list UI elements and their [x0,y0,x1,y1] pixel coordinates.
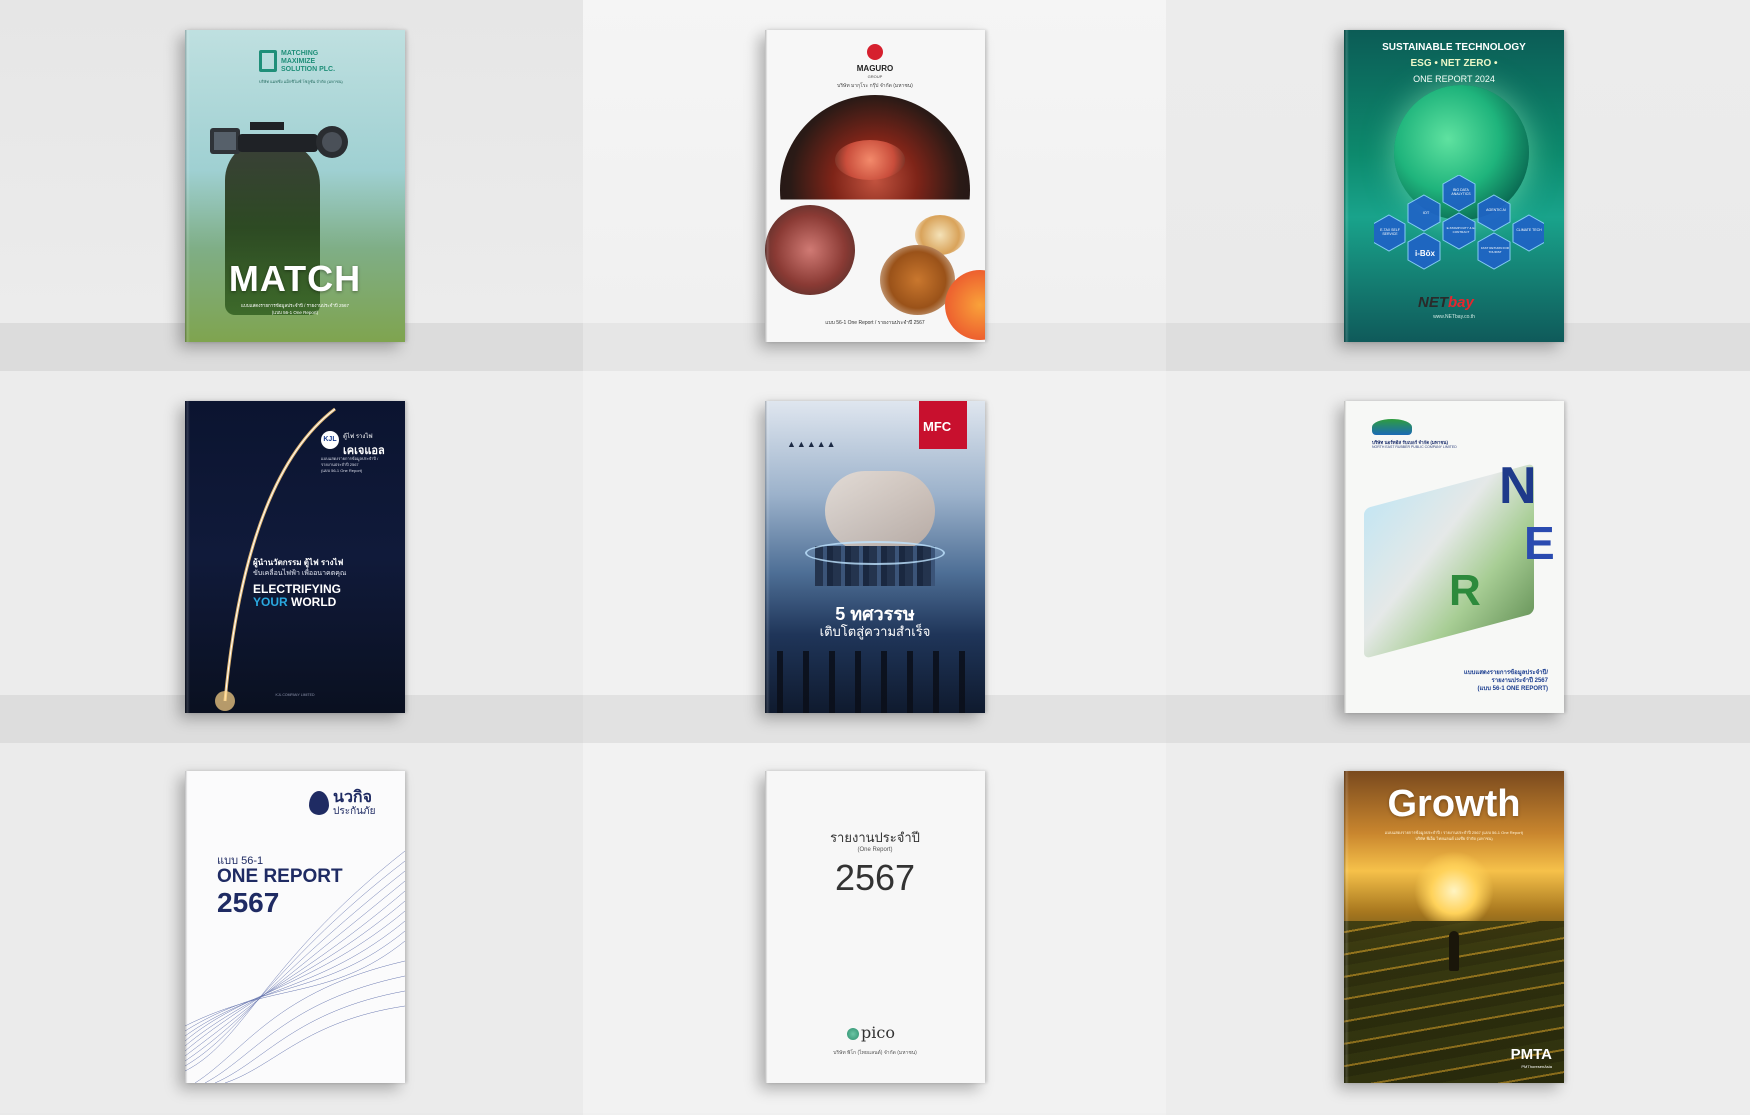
mfc-brand: MFC [923,419,952,434]
hex-label-e-stamp: E-STAMP DUTY & E-CONTRACT [1446,226,1476,234]
ner-letter-n: N [1499,457,1537,515]
ner-letter-r: R [1449,566,1481,615]
book-cover-mfc[interactable]: MFC ▲▲▲▲▲ 5 ทศวรรษ เติบโตสู่ความสำเร็จ [765,401,985,713]
netbay-brand: NETbay [1418,294,1474,311]
match-report-line: แบบแสดงรายการข้อมูลประจำปี / รายงานประจำ… [241,303,349,308]
ner-report-line-3: (แบบ 56-1 ONE REPORT) [1477,686,1549,692]
ner-company-en: NORTH EAST RUBBER PUBLIC COMPANY LIMITED [1372,445,1457,449]
book-cover-maguro[interactable]: MAGURO GROUP บริษัท มากุโระ กรุ๊ป จำกัด … [765,30,985,342]
beef-dish [765,205,855,295]
hex-label-agentic-ai: AGENTIC AI [1486,208,1506,212]
mfc-subtitle: เติบโตสู่ความสำเร็จ [819,624,931,639]
pico-company: บริษัท พิโก (ไทยแลนด์) จำกัด (มหาชน) [833,1050,917,1056]
navakij-logo-icon [309,791,329,815]
pico-year: 2567 [834,857,916,898]
kjl-report-line-3: (แบบ 56-1 One Report) [321,468,363,473]
cell-navakij: นวกิจ ประกันภัย แบบ 56-1 ONE REPORT 2567 [0,743,583,1115]
match-logo-line-1: MATCHING [281,50,319,57]
kjl-headline-2: YOUR WORLD [253,595,336,609]
kjl-brand-thai-1: ตู้ไฟ รางไฟ [343,434,373,440]
netbay-brand-bay: bay [1448,294,1474,311]
ner-report-line-2: รายงานประจำปี 2567 [1491,678,1548,684]
book-cover-match[interactable]: MATCHING MAXIMIZE SOLUTION PLC. บริษัท แ… [185,30,405,342]
kjl-headline-1: ELECTRIFYING [253,582,342,596]
maguro-brand-sub: GROUP [867,74,883,79]
mockup-grid: MATCHING MAXIMIZE SOLUTION PLC. บริษัท แ… [0,0,1750,1115]
ner-letter-e: E [1524,517,1555,569]
kjl-headline-your: YOUR [253,595,288,609]
video-camera-icon [210,122,360,160]
pico-title: รายงานประจำปี [830,830,920,845]
kjl-logo-icon: KJL [321,431,339,449]
hex-label-e-tax: E-TAX SELF SERVICE [1380,228,1400,236]
ner-report-line-1: แบบแสดงรายการข้อมูลประจำปี/ [1463,670,1548,676]
netbay-url: www.NETbay.co.th [1433,314,1475,320]
match-logo-subtitle: บริษัท แมทชิ่ง แม็กซิไมซ์ โซลูชั่น จำกัด… [259,79,343,84]
cell-match: MATCHING MAXIMIZE SOLUTION PLC. บริษัท แ… [0,0,583,371]
kjl-headline-world: WORLD [291,595,337,609]
pmta-brand: PMTA [1510,1046,1552,1063]
netbay-subline: ESG • NET ZERO • [1410,58,1498,69]
sushi-dish [835,140,905,180]
cell-pmta: Growth แบบแสดงรายการข้อมูลประจำปี / รายง… [1166,743,1750,1115]
wave-lines-graphic [185,850,405,1083]
hex-label-big-data: BIG DATA ANALYTICS [1451,188,1471,196]
book-cover-ner[interactable]: บริษัท นอร์ทอีส รับเบอร์ จำกัด (มหาชน) N… [1344,401,1564,713]
kjl-tagline-2: ขับเคลื่อนไฟฟ้า เพื่ออนาคตคุณ [253,570,347,577]
netbay-brand-net: NET [1418,294,1448,311]
mfc-rating: ▲▲▲▲▲ [787,439,837,449]
maguro-footer: แบบ 56-1 One Report / รายงานประจำปี 2567 [825,320,925,326]
netbay-year: ONE REPORT 2024 [1413,74,1495,84]
kjl-footer: KJL COMPANY LIMITED [275,693,315,697]
match-logo-line-3: SOLUTION PLC. [281,66,336,73]
cell-mfc: MFC ▲▲▲▲▲ 5 ทศวรรษ เติบโตสู่ความสำเร็จ [583,371,1166,743]
cell-netbay: SUSTAINABLE TECHNOLOGY ESG • NET ZERO • … [1166,0,1750,371]
pmta-title: Growth [1387,783,1521,825]
match-logo-line-2: MAXIMIZE [281,58,316,65]
netbay-headline: SUSTAINABLE TECHNOLOGY [1382,42,1526,53]
hex-label-iot: IOT [1422,210,1430,215]
maguro-logo-icon [867,44,883,60]
hand-touch-image [825,471,935,551]
cell-pico: รายงานประจำปี (One Report) 2567 pico บริ… [583,743,1166,1115]
sun-glow [1414,851,1494,931]
maguro-company: บริษัท มากุโระ กรุ๊ป จำกัด (มหาชน) [837,83,913,89]
match-report-sub: (แบบ 56-1 One Report) [271,310,319,315]
hex-label-fast-return: FAST RETURN FOR TOURIST [1481,246,1509,254]
pmta-sub-2: บริษัท พีเอ็ม ไทยแลนด์ เอเชีย จำกัด (มหา… [1415,836,1493,841]
farmer-figure [1449,931,1459,971]
book-cover-pico[interactable]: รายงานประจำปี (One Report) 2567 pico บริ… [765,771,985,1083]
navakij-brand-2: ประกันภัย [333,806,376,817]
book-cover-netbay[interactable]: SUSTAINABLE TECHNOLOGY ESG • NET ZERO • … [1344,30,1564,342]
book-cover-kjl[interactable]: KJL ตู้ไฟ รางไฟ เคเจแอล แบบแสดงรายการข้อ… [185,401,405,713]
book-cover-pmta[interactable]: Growth แบบแสดงรายการข้อมูลประจำปี / รายง… [1344,771,1564,1083]
cell-kjl: KJL ตู้ไฟ รางไฟ เคเจแอล แบบแสดงรายการข้อ… [0,371,583,743]
cell-ner: บริษัท นอร์ทอีส รับเบอร์ จำกัด (มหาชน) N… [1166,371,1750,743]
maguro-brand: MAGURO [856,64,894,73]
match-logo-mark [259,50,277,72]
ner-logo-icon [1372,419,1412,435]
katsu-dish [880,245,955,315]
book-cover-navakij[interactable]: นวกิจ ประกันภัย แบบ 56-1 ONE REPORT 2567 [185,771,405,1083]
match-title: MATCH [228,258,362,299]
hex-label-climate: CLIMATE TECH [1516,228,1542,232]
cell-maguro: MAGURO GROUP บริษัท มากุโระ กรุ๊ป จำกัด … [583,0,1166,371]
pmta-brand-sub: PMThoresenAsia [1521,1064,1552,1069]
pico-logo-icon [847,1028,859,1040]
pico-brand: pico [861,1023,895,1042]
pico-subtitle: (One Report) [857,847,893,853]
hologram-ring [805,541,945,565]
people-silhouettes [765,651,985,713]
hex-label-ibox: i-Bōx [1415,249,1435,258]
